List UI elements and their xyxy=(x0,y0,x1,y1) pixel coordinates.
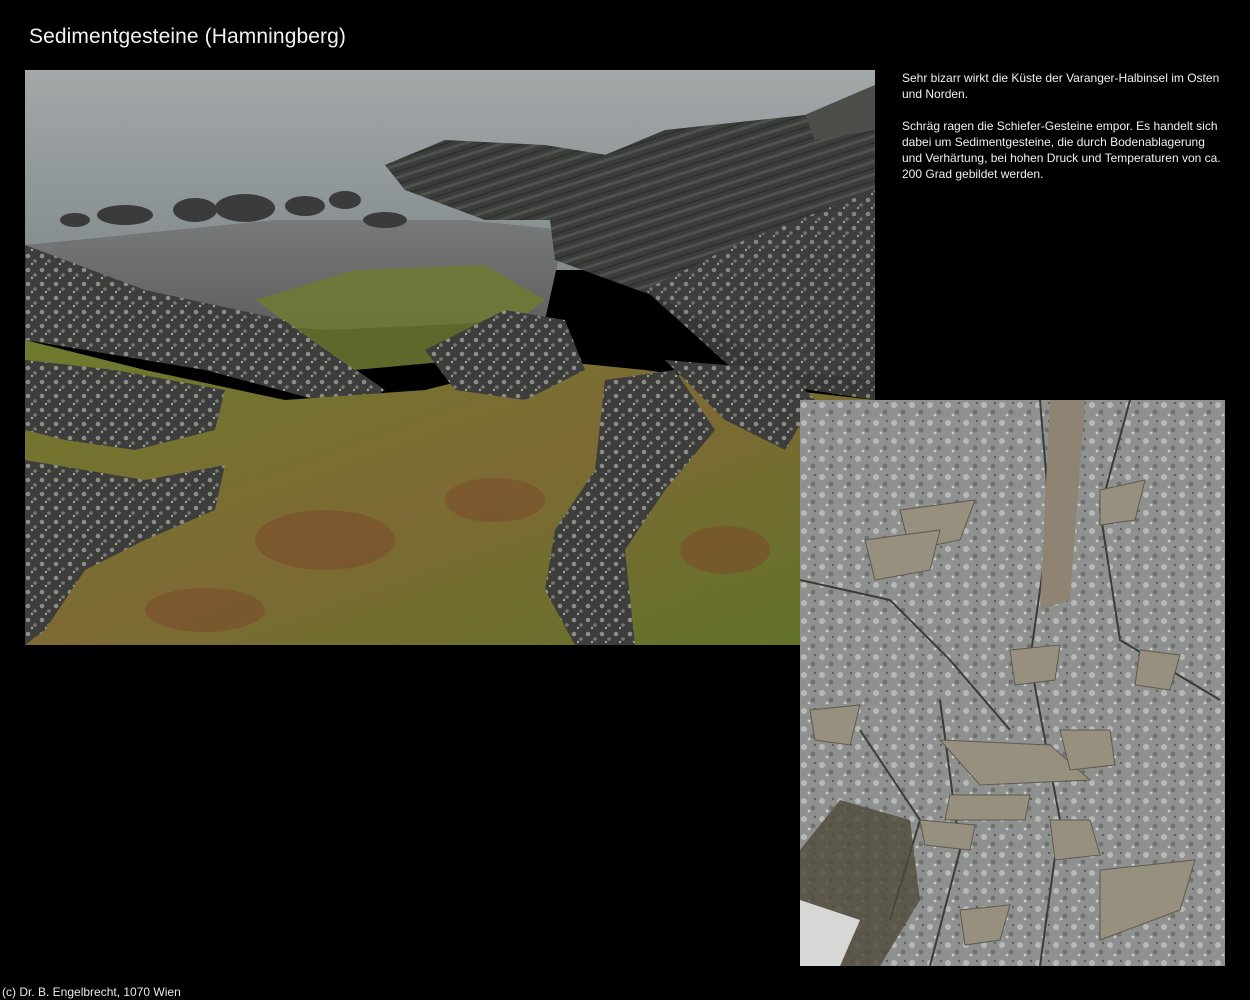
copyright-footer: (c) Dr. B. Engelbrecht, 1070 Wien xyxy=(2,985,181,999)
coast-photo xyxy=(25,70,875,645)
description-paragraph-2: Schräg ragen die Schiefer-Gesteine empor… xyxy=(902,119,1221,181)
description-paragraph-1: Sehr bizarr wirkt die Küste der Varanger… xyxy=(902,71,1220,101)
description-text: Sehr bizarr wirkt die Küste der Varanger… xyxy=(902,70,1222,198)
page-title: Sedimentgesteine (Hamningberg) xyxy=(29,25,347,48)
slate-closeup-photo xyxy=(800,400,1225,966)
